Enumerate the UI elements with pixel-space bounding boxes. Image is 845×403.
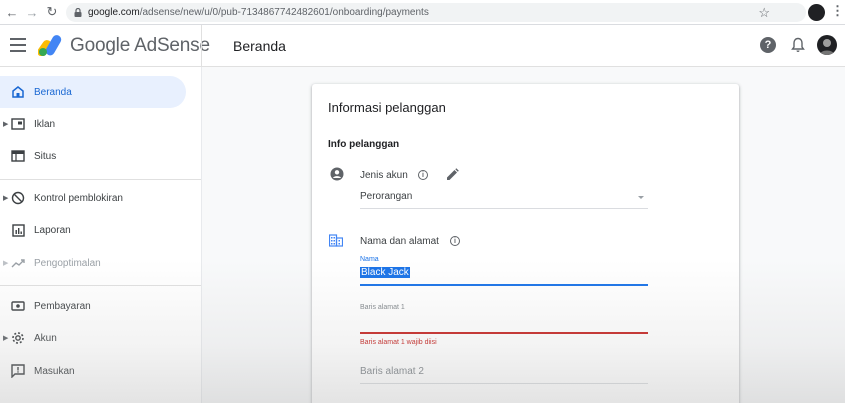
dropdown-arrow-icon (638, 196, 644, 199)
bookmark-star-icon[interactable]: ☆ (758, 3, 770, 22)
sidebar-item-iklan[interactable]: ▶ Iklan (0, 108, 186, 140)
sidebar-item-akun[interactable]: ▶ Akun (0, 322, 186, 354)
address-line-2-field[interactable]: Baris alamat 2 (360, 366, 648, 394)
customer-info-card: Informasi pelanggan Info pelanggan Jenis… (312, 84, 739, 403)
pencil-edit-icon[interactable] (446, 168, 459, 181)
sidebar-item-label: Pembayaran (34, 300, 91, 312)
sidebar-item-situs[interactable]: Situs (0, 140, 186, 172)
address-line-1-underline (360, 332, 648, 334)
address-bar[interactable]: google.com/adsense/new/u/0/pub-713486774… (66, 3, 806, 22)
brand-name: Google AdSense (70, 35, 210, 56)
sidebar-item-masukan[interactable]: Masukan (0, 355, 186, 387)
app-header: Google AdSense Beranda ? (0, 25, 845, 67)
ad-unit-icon (11, 117, 25, 131)
sidebar-item-label: Beranda (34, 86, 72, 98)
expand-caret-icon[interactable]: ▶ (3, 120, 8, 128)
sidebar-divider (0, 179, 201, 180)
back-arrow-icon[interactable]: ← (2, 0, 22, 25)
sidebar-item-label: Masukan (34, 365, 75, 377)
reload-icon[interactable]: ↻ (42, 0, 62, 25)
feedback-icon (11, 364, 25, 378)
account-type-value: Perorangan (360, 191, 413, 202)
main-content: Informasi pelanggan Info pelanggan Jenis… (201, 67, 845, 403)
page-title: Beranda (233, 38, 286, 54)
web-icon (11, 149, 25, 163)
trending-icon (11, 256, 25, 270)
name-field[interactable]: Nama Black Jack (360, 256, 648, 290)
sidebar-item-label: Kontrol pemblokiran (34, 192, 123, 204)
sidebar-item-label: Akun (34, 332, 57, 344)
address-line-2-placeholder: Baris alamat 2 (360, 366, 424, 377)
sidebar-item-label: Situs (34, 150, 57, 162)
sidebar-item-beranda[interactable]: Beranda (0, 76, 186, 108)
expand-caret-icon[interactable]: ▶ (3, 334, 8, 342)
notifications-bell-icon[interactable] (791, 37, 805, 53)
header-divider (201, 25, 202, 67)
hamburger-menu-icon[interactable] (10, 38, 26, 52)
adsense-logo (38, 35, 62, 56)
gear-icon (11, 331, 25, 345)
forward-arrow-icon[interactable]: → (22, 0, 42, 25)
account-type-select[interactable]: Perorangan (360, 187, 648, 209)
account-circle-icon (330, 167, 344, 181)
name-field-label: Nama (360, 256, 379, 263)
address-line-2-underline (360, 383, 648, 384)
home-icon (11, 85, 25, 99)
sidebar-item-label: Iklan (34, 118, 56, 130)
sidebar-item-pembayaran[interactable]: Pembayaran (0, 290, 186, 322)
sidebar-item-label: Laporan (34, 224, 71, 236)
address-line-1-label: Baris alamat 1 (360, 304, 405, 311)
help-icon[interactable]: ? (760, 37, 776, 53)
card-title: Informasi pelanggan (328, 100, 446, 115)
account-avatar[interactable] (817, 35, 837, 55)
expand-caret-icon[interactable]: ▶ (3, 194, 8, 202)
sidebar: Beranda ▶ Iklan Situs ▶ Kontrol pembloki… (0, 67, 201, 403)
business-building-icon (329, 234, 343, 247)
name-field-value: Black Jack (360, 267, 410, 278)
sidebar-item-kontrol-pemblokiran[interactable]: ▶ Kontrol pemblokiran (0, 182, 186, 214)
name-field-underline (360, 284, 648, 286)
info-icon[interactable]: i (418, 170, 428, 180)
selected-text: Black Jack (360, 267, 410, 278)
sidebar-item-pengoptimalan[interactable]: ▶ Pengoptimalan (0, 247, 186, 279)
info-icon[interactable]: i (450, 236, 460, 246)
browser-profile-avatar[interactable] (808, 4, 825, 21)
account-type-label: Jenis akun (360, 170, 408, 181)
payments-icon (11, 299, 25, 313)
address-line-1-error: Baris alamat 1 wajib diisi (360, 339, 437, 346)
lock-icon (74, 8, 82, 17)
address-line-1-field[interactable]: Baris alamat 1 Baris alamat 1 wajib diis… (360, 304, 648, 354)
expand-caret-icon[interactable]: ▶ (3, 259, 8, 267)
sidebar-divider (0, 285, 201, 286)
url-path: /adsense/new/u/0/pub-7134867742482601/on… (139, 7, 429, 18)
browser-menu-icon[interactable]: ⋮ (831, 3, 844, 19)
sidebar-item-label: Pengoptimalan (34, 257, 101, 269)
section-title: Info pelanggan (328, 139, 400, 150)
bar-chart-icon (11, 223, 25, 237)
browser-toolbar: ← → ↻ google.com/adsense/new/u/0/pub-713… (0, 0, 845, 25)
name-address-label: Nama dan alamat (360, 236, 439, 247)
url-host: google.com (88, 7, 140, 18)
sidebar-item-laporan[interactable]: Laporan (0, 214, 186, 246)
block-icon (11, 191, 25, 205)
